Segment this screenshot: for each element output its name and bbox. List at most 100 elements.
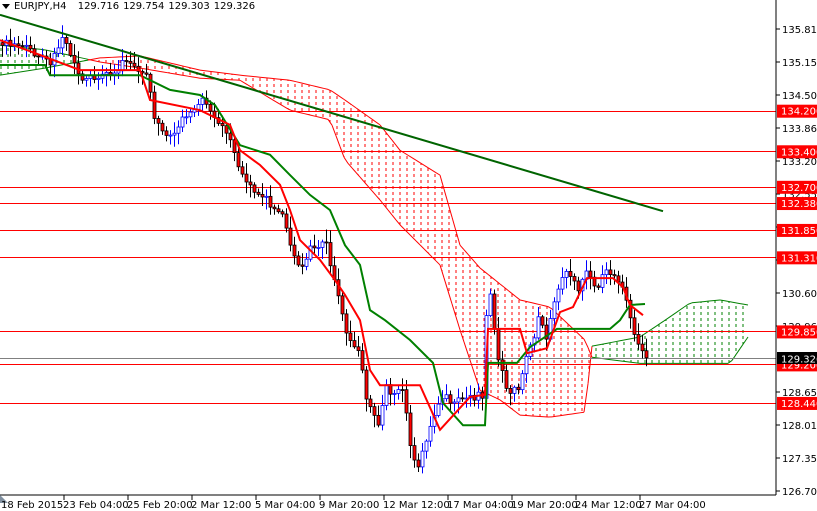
candle-bearish[interactable] — [108, 62, 113, 81]
candle-bullish[interactable] — [180, 109, 185, 133]
cloud-segment-bearish — [112, 57, 116, 65]
candle-bullish[interactable] — [396, 385, 401, 400]
candle-bearish[interactable] — [156, 115, 161, 136]
candle-bearish[interactable] — [340, 292, 345, 322]
ichimoku-cloud — [0, 44, 749, 418]
candle-bearish[interactable] — [244, 163, 249, 194]
candle-bullish[interactable] — [584, 260, 589, 290]
candle-bullish[interactable] — [556, 284, 561, 311]
candle-bullish[interactable] — [424, 439, 429, 459]
candle-bullish[interactable] — [168, 130, 173, 145]
cloud-segment-bearish — [476, 263, 480, 391]
candle-bullish[interactable] — [444, 384, 449, 402]
candle-bearish[interactable] — [296, 251, 301, 267]
candle-bearish[interactable] — [460, 392, 465, 402]
candle-bullish[interactable] — [172, 122, 177, 147]
candle-bearish[interactable] — [416, 453, 421, 472]
candle-bullish[interactable] — [196, 99, 201, 116]
candle-bearish[interactable] — [324, 229, 329, 255]
candle-bullish[interactable] — [304, 253, 309, 271]
candle-bearish[interactable] — [292, 236, 297, 265]
candle-bearish[interactable] — [252, 182, 257, 199]
candle-bearish[interactable] — [268, 185, 273, 215]
candle-bearish[interactable] — [312, 234, 317, 255]
candle-bullish[interactable] — [320, 239, 325, 259]
candle-bullish[interactable] — [452, 399, 457, 412]
candle-bearish[interactable] — [596, 283, 601, 291]
candle-bullish[interactable] — [560, 267, 565, 295]
candle-bearish[interactable] — [400, 378, 405, 403]
candle-bullish[interactable] — [84, 76, 89, 87]
candle-bearish[interactable] — [68, 40, 73, 58]
candle-bullish[interactable] — [88, 70, 93, 87]
candle-bearish[interactable] — [260, 183, 265, 206]
candle-bearish[interactable] — [592, 270, 597, 293]
candle-bullish[interactable] — [380, 394, 385, 431]
candle-bearish[interactable] — [256, 188, 261, 197]
candle-body — [176, 126, 181, 134]
candle-bearish[interactable] — [588, 261, 593, 290]
candle-bearish[interactable] — [612, 269, 617, 285]
trendline[interactable] — [0, 13, 664, 213]
candle-bullish[interactable] — [464, 386, 469, 408]
candle-bearish[interactable] — [344, 309, 349, 346]
candle-bearish[interactable] — [64, 34, 69, 51]
candle-bearish[interactable] — [568, 259, 573, 286]
candle-bearish[interactable] — [32, 44, 37, 58]
candle-bearish[interactable] — [328, 230, 333, 274]
candle-bearish[interactable] — [300, 253, 305, 275]
candle-bearish[interactable] — [364, 366, 369, 412]
candle-bearish[interactable] — [288, 216, 293, 252]
candle-bullish[interactable] — [316, 240, 321, 257]
candle-bearish[interactable] — [356, 336, 361, 357]
candle-bullish[interactable] — [420, 443, 425, 474]
candle-bullish[interactable] — [120, 49, 125, 77]
candle-bearish[interactable] — [368, 395, 373, 413]
candle-bearish[interactable] — [352, 331, 357, 349]
candle-bearish[interactable] — [572, 273, 577, 290]
candle-bearish[interactable] — [284, 208, 289, 233]
candle-bearish[interactable] — [408, 405, 413, 459]
candle-bearish[interactable] — [632, 309, 637, 342]
candle-bullish[interactable] — [436, 396, 441, 418]
candle-bearish[interactable] — [608, 260, 613, 286]
candle-bearish[interactable] — [272, 204, 277, 215]
candle-bearish[interactable] — [164, 126, 169, 142]
price-chart[interactable]: 135.810135.150134.505133.860133.200132.5… — [0, 0, 817, 511]
candle-bearish[interactable] — [160, 120, 165, 135]
candle-bearish[interactable] — [360, 343, 365, 374]
candle-bearish[interactable] — [372, 402, 377, 428]
candle-bearish[interactable] — [492, 289, 497, 335]
high-value: 129.754 — [123, 1, 165, 12]
candle-bullish[interactable] — [60, 25, 65, 56]
candle-bearish[interactable] — [248, 174, 253, 198]
candle-bearish[interactable] — [76, 51, 81, 85]
candle-bullish[interactable] — [176, 120, 181, 145]
candle-bullish[interactable] — [564, 268, 569, 289]
candle-bullish[interactable] — [600, 265, 605, 294]
candle-bearish[interactable] — [348, 320, 353, 348]
candle-bearish[interactable] — [148, 72, 153, 100]
candle-bearish[interactable] — [240, 161, 245, 178]
cloud-segment-bullish — [612, 341, 616, 361]
candle-bearish[interactable] — [388, 377, 393, 406]
candle-bearish[interactable] — [412, 437, 417, 468]
candle-bearish[interactable] — [276, 204, 281, 214]
candle-bearish[interactable] — [152, 85, 157, 125]
candle-bearish[interactable] — [280, 209, 285, 218]
candle-body — [560, 277, 565, 290]
candle-bullish[interactable] — [384, 379, 389, 411]
candle-bullish[interactable] — [604, 262, 609, 285]
candle-body — [588, 270, 593, 278]
candle-bearish[interactable] — [376, 405, 381, 428]
candle-bearish[interactable] — [72, 44, 77, 75]
candle-bearish[interactable] — [80, 70, 85, 84]
dropdown-triangle-icon[interactable] — [2, 4, 10, 9]
candle-bullish[interactable] — [428, 416, 433, 447]
cloud-segment-bearish — [284, 79, 288, 109]
candle-bearish[interactable] — [628, 294, 633, 329]
candle-bullish[interactable] — [392, 389, 397, 406]
candle-bullish[interactable] — [188, 108, 193, 124]
candle-bullish[interactable] — [192, 105, 197, 117]
candle-bullish[interactable] — [264, 189, 269, 210]
